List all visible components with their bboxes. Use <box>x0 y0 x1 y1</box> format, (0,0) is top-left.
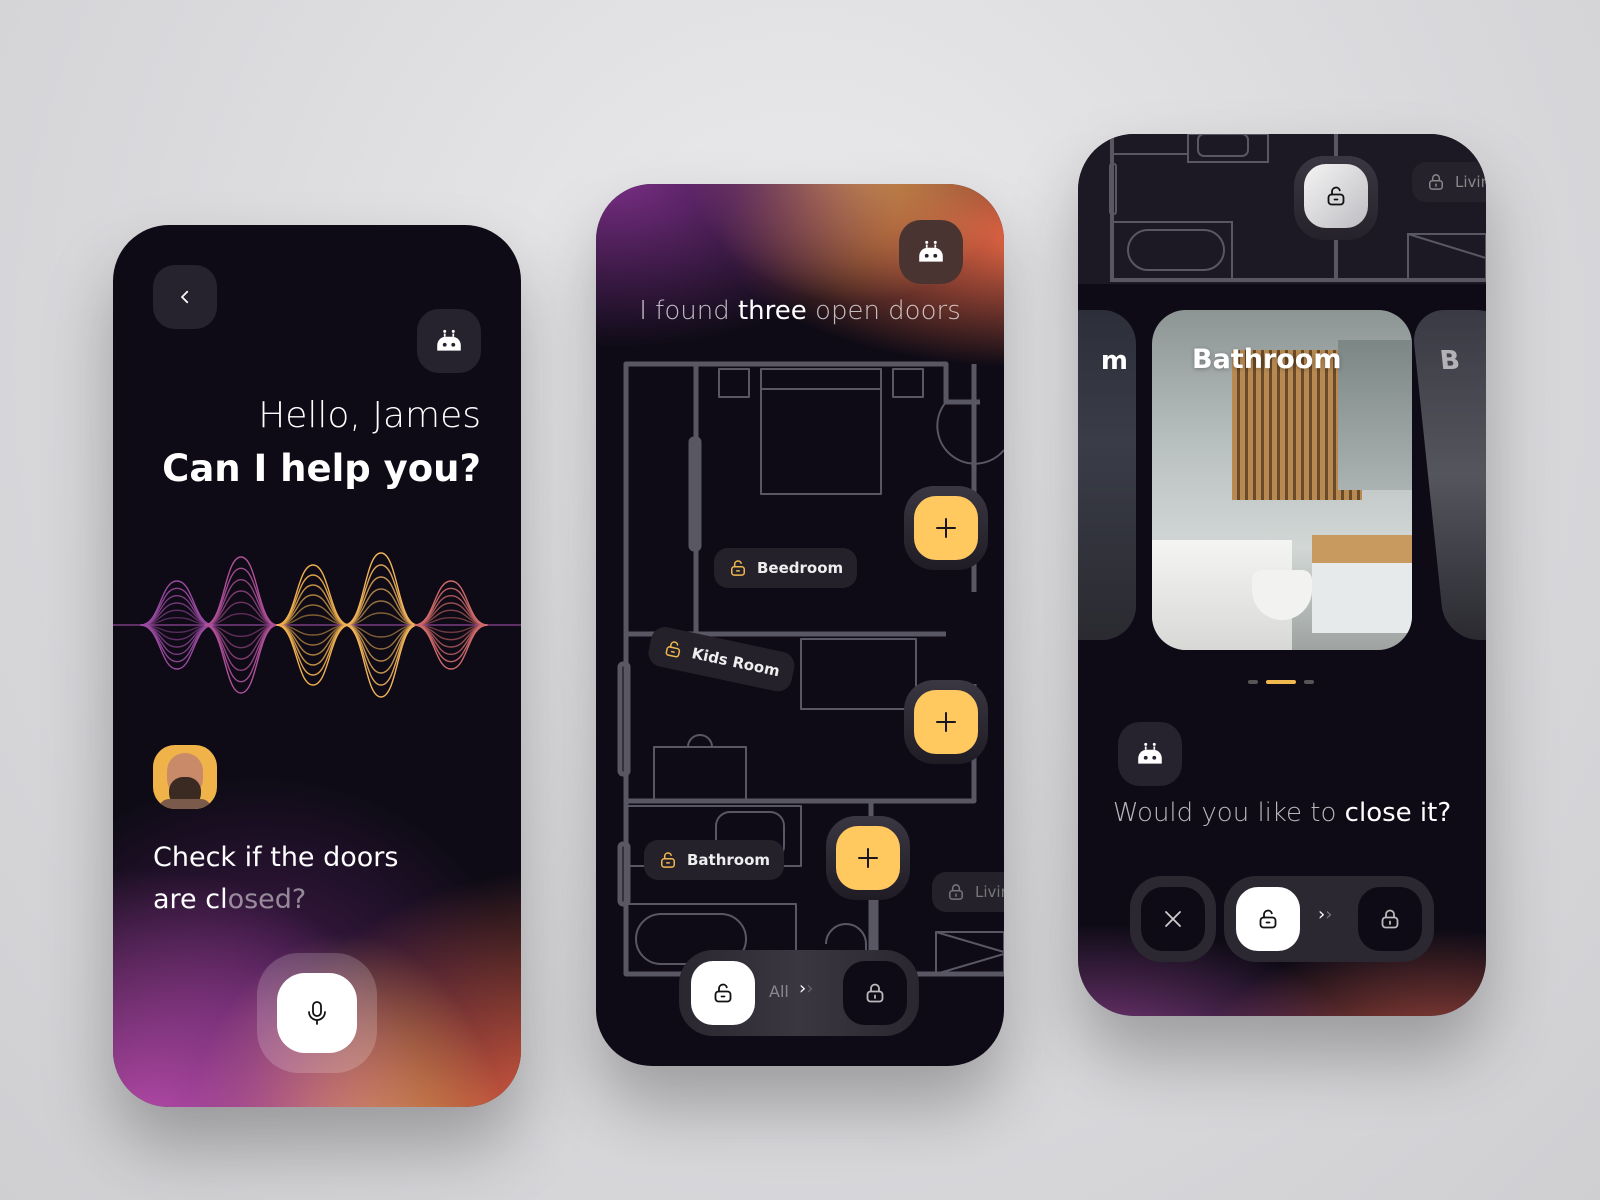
microphone-icon <box>308 1001 326 1025</box>
room-label: Livin <box>1455 173 1486 191</box>
message-part: I found <box>639 296 738 326</box>
lock-open-icon <box>662 637 686 661</box>
close-door-slider[interactable]: ›› <box>1224 876 1434 962</box>
mirror <box>1338 340 1412 490</box>
card-title: Bathroom <box>1192 344 1342 375</box>
user-avatar <box>153 745 217 809</box>
room-label: Livin <box>975 883 1004 901</box>
door-lock-status-button[interactable] <box>1304 164 1368 228</box>
assistant-button[interactable] <box>899 220 963 284</box>
robot-icon <box>434 328 464 354</box>
room-chip-living[interactable]: Livin <box>932 872 1004 912</box>
add-door-button[interactable] <box>904 680 988 764</box>
assistant-button[interactable] <box>1118 722 1182 786</box>
lock-closed-icon <box>863 981 887 1005</box>
carousel-dot[interactable] <box>1304 680 1314 684</box>
message-emphasis: three <box>737 296 807 326</box>
user-message: Check if the doors are closed? <box>153 837 398 921</box>
lock-open-icon <box>728 558 748 578</box>
unlock-handle[interactable] <box>691 961 755 1025</box>
lock-open-icon <box>658 850 678 870</box>
room-chip-bathroom[interactable]: Bathroom <box>644 840 785 880</box>
room-label: Beedroom <box>757 559 844 577</box>
robot-icon <box>1135 741 1165 767</box>
floor-plan <box>1109 134 1486 282</box>
room-card-previous[interactable]: m <box>1078 310 1136 640</box>
plus-icon <box>934 516 958 540</box>
message-emphasis: close it? <box>1344 798 1452 828</box>
lock-target[interactable] <box>843 961 907 1025</box>
carousel-dot-active[interactable] <box>1266 680 1296 684</box>
user-message-bright: are cl <box>153 884 228 915</box>
unlock-handle[interactable] <box>1236 887 1300 951</box>
chevrons-right-icon: ›› <box>799 978 814 999</box>
message-part: Would you like to <box>1112 798 1345 828</box>
add-door-button[interactable] <box>826 816 910 900</box>
plus-icon <box>856 846 880 870</box>
room-card-bathroom[interactable]: Bathroom <box>1152 310 1412 650</box>
slider-label: All <box>769 982 789 1001</box>
assistant-message: Would you like to close it? <box>1078 798 1486 828</box>
carousel-dot[interactable] <box>1248 680 1258 684</box>
robot-icon <box>916 239 946 265</box>
user-message-dim: osed? <box>227 884 307 915</box>
card-title: m <box>1100 346 1128 376</box>
carousel-indicator <box>1248 680 1314 684</box>
greeting-text: Hello, James <box>258 395 481 436</box>
lock-open-icon <box>711 981 735 1005</box>
microphone-button[interactable] <box>277 973 357 1053</box>
lock-open-icon <box>1324 184 1348 208</box>
lock-open-icon <box>1256 907 1280 931</box>
room-label: Kids Room <box>690 644 782 681</box>
lock-closed-icon <box>1426 172 1446 192</box>
assistant-message: I found three open doors <box>596 296 1004 326</box>
chevron-left-icon <box>181 290 189 304</box>
back-button[interactable] <box>153 265 217 329</box>
mini-floor-plan: Livin <box>1078 134 1486 284</box>
vanity <box>1312 563 1412 633</box>
room-card-next[interactable]: B <box>1410 310 1486 640</box>
greeting-question: Can I help you? <box>162 447 481 490</box>
voice-waveform <box>113 552 521 698</box>
assistant-button[interactable] <box>417 309 481 373</box>
chevrons-right-icon: ›› <box>1318 904 1333 925</box>
room-chip-bedroom[interactable]: Beedroom <box>714 548 858 588</box>
lock-target[interactable] <box>1358 887 1422 951</box>
plus-icon <box>934 710 958 734</box>
room-label: Bathroom <box>687 851 771 869</box>
open-doors-map-screen: I found three open doors Beedroom Kids R… <box>596 184 1004 1066</box>
lock-closed-icon <box>1378 907 1402 931</box>
lock-all-slider[interactable]: All ›› <box>679 950 919 1036</box>
close-door-confirm-screen: Livin m Bathroom B Would you like to clo… <box>1078 134 1486 1016</box>
close-icon <box>1165 911 1181 927</box>
message-part: open doors <box>806 296 961 326</box>
cancel-button[interactable] <box>1141 887 1205 951</box>
user-message-line: Check if the doors <box>153 842 399 873</box>
user-message-line: are closed? <box>153 879 398 921</box>
add-door-button[interactable] <box>904 486 988 570</box>
assistant-greeting-screen: Hello, James Can I help you? Check if th… <box>113 225 521 1107</box>
card-title: B <box>1438 346 1462 376</box>
lock-closed-icon <box>946 882 966 902</box>
room-chip-living[interactable]: Livin <box>1412 162 1486 202</box>
cabinet <box>1312 535 1412 563</box>
